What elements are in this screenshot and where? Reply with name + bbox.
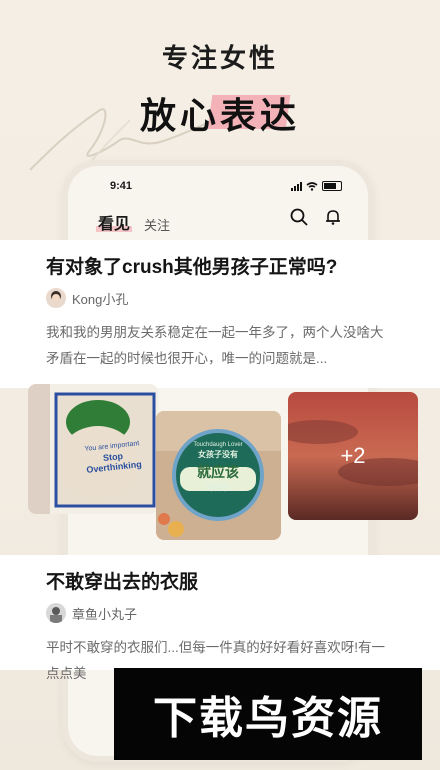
photo-drawing[interactable]: You are important Stop Overthinking [28,384,158,514]
bell-icon[interactable] [324,208,342,226]
status-bar: 9:41 [110,180,342,194]
signal-icon [291,181,302,191]
post-author-name: 章鱼小丸子 [72,606,138,622]
avatar[interactable] [46,288,66,308]
status-time: 9:41 [110,180,133,192]
top-actions [290,208,342,226]
photo-sign[interactable]: Touchdaugh Lover 女孩子没有 就应该 的样子 [156,411,281,540]
sign-caption-1: Touchdaugh Lover [193,442,243,448]
search-icon[interactable] [290,208,308,226]
wifi-icon [306,181,318,191]
sign-caption-3: 就应该 [197,464,239,480]
tab-see-label: 看见 [98,216,131,233]
post-excerpt: 我和我的男朋友关系稳定在一起一年多了，两个人没啥大矛盾在一起的时候也很开心，唯一… [46,325,384,366]
watermark: 下载鸟资源 [114,668,422,760]
feed-tabs: 看见 关注 [96,210,170,234]
photo-sunset[interactable]: +2 [288,392,418,520]
post-author[interactable]: Kong小孔 [46,288,128,308]
sign-caption-2: 女孩子没有 [198,450,238,459]
post-card[interactable]: 有对象了crush其他男孩子正常吗? Kong小孔 我和我的男朋友关系稳定在一起… [0,240,440,388]
tab-follow[interactable]: 关注 [144,215,170,234]
watermark-text: 下载鸟资源 [153,693,383,744]
hero: 专注女性 放心表达 [0,38,440,139]
post-card[interactable]: 不敢穿出去的衣服 章鱼小丸子 平时不敢穿的衣服们...但每一件真的好好看好喜欢呀… [0,555,440,681]
more-photos-count: +2 [340,443,366,468]
battery-icon [322,181,342,191]
hero-title: 放心表达 [139,95,300,136]
sign-caption-4: 的样子 [206,483,230,492]
tab-see[interactable]: 看见 [96,210,132,234]
post-author-name: Kong小孔 [72,291,129,307]
hero-subtitle: 专注女性 [161,43,278,73]
avatar[interactable] [46,603,66,623]
post-title[interactable]: 有对象了crush其他男孩子正常吗? [46,252,337,279]
post-author[interactable]: 章鱼小丸子 [46,603,137,623]
post-title[interactable]: 不敢穿出去的衣服 [46,567,198,594]
